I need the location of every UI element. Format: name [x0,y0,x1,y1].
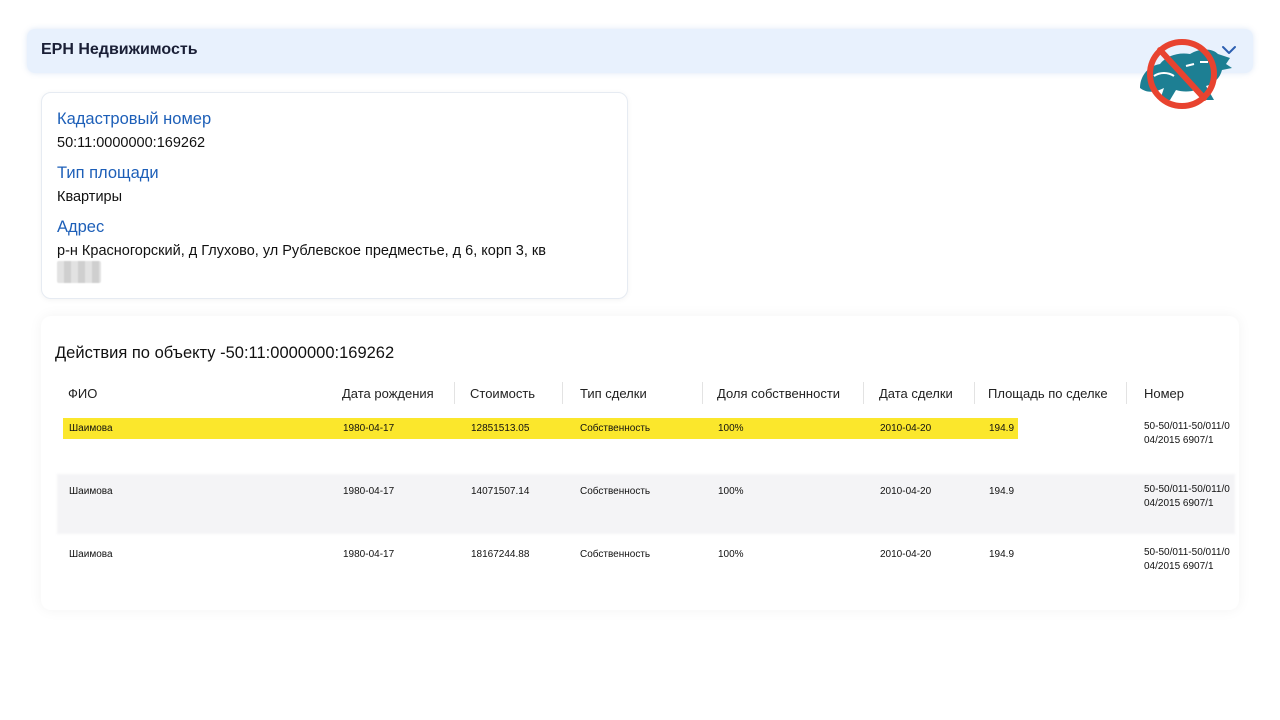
column-divider [863,382,864,404]
cell-share: 100% [718,549,744,560]
column-header-number[interactable]: Номер [1144,386,1184,401]
column-header-birth-date[interactable]: Дата рождения [342,386,434,401]
cell-number: 50-50/011-50/011/004/2015 6907/1 [1144,547,1230,572]
redacted-apartment-number [57,261,101,283]
cell-cost: 14071507.14 [471,486,530,497]
area-type-value: Квартиры [57,189,123,205]
object-actions-panel: Действия по объекту -50:11:0000000:16926… [41,316,1239,610]
cell-birth-date: 1980-04-17 [343,486,395,497]
column-divider [454,382,455,404]
cadastral-number-label: Кадастровый номер [57,110,212,128]
cell-deal-date: 2010-04-20 [880,423,932,434]
column-header-fio[interactable]: ФИО [68,386,97,401]
cell-deal-area: 194.9 [989,549,1015,560]
cell-deal-area: 194.9 [989,423,1015,434]
address-value: р-н Красногорский, д Глухово, ул Рублевс… [57,243,546,259]
row-stripe [57,474,1235,534]
row-highlight [63,418,1018,439]
cell-deal-type: Собственность [580,423,651,434]
cell-deal-type: Собственность [580,486,651,497]
column-divider [974,382,975,404]
column-divider [1126,382,1127,404]
column-header-share[interactable]: Доля собственности [717,386,840,401]
column-header-cost[interactable]: Стоимость [470,386,535,401]
cell-deal-date: 2010-04-20 [880,549,932,560]
section-header[interactable]: ЕРН Недвижимость [27,29,1253,73]
column-header-deal-area[interactable]: Площадь по сделке [988,386,1108,401]
cell-cost: 18167244.88 [471,549,530,560]
actions-title: Действия по объекту -50:11:0000000:16926… [55,344,395,362]
object-info-card: Кадастровый номер 50:11:0000000:169262 Т… [41,92,628,299]
cell-fio: Шаимова [69,423,113,434]
cell-number: 50-50/011-50/011/004/2015 6907/1 [1144,484,1230,509]
address-label: Адрес [57,218,105,236]
cell-deal-date: 2010-04-20 [880,486,932,497]
column-divider [562,382,563,404]
cell-birth-date: 1980-04-17 [343,549,395,560]
section-title: ЕРН Недвижимость [41,41,198,58]
cell-number: 50-50/011-50/011/004/2015 6907/1 [1144,421,1230,446]
cadastral-number-value: 50:11:0000000:169262 [57,135,206,151]
cell-deal-area: 194.9 [989,486,1015,497]
cell-fio: Шаимова [69,486,113,497]
cell-share: 100% [718,486,744,497]
area-type-label: Тип площади [57,164,159,182]
cell-cost: 12851513.05 [471,423,530,434]
column-divider [702,382,703,404]
crossed-bear-logo [1140,39,1232,109]
cell-fio: Шаимова [69,549,113,560]
cell-share: 100% [718,423,744,434]
cell-deal-type: Собственность [580,549,651,560]
column-header-deal-date[interactable]: Дата сделки [879,386,953,401]
column-header-deal-type[interactable]: Тип сделки [580,386,647,401]
cell-birth-date: 1980-04-17 [343,423,395,434]
